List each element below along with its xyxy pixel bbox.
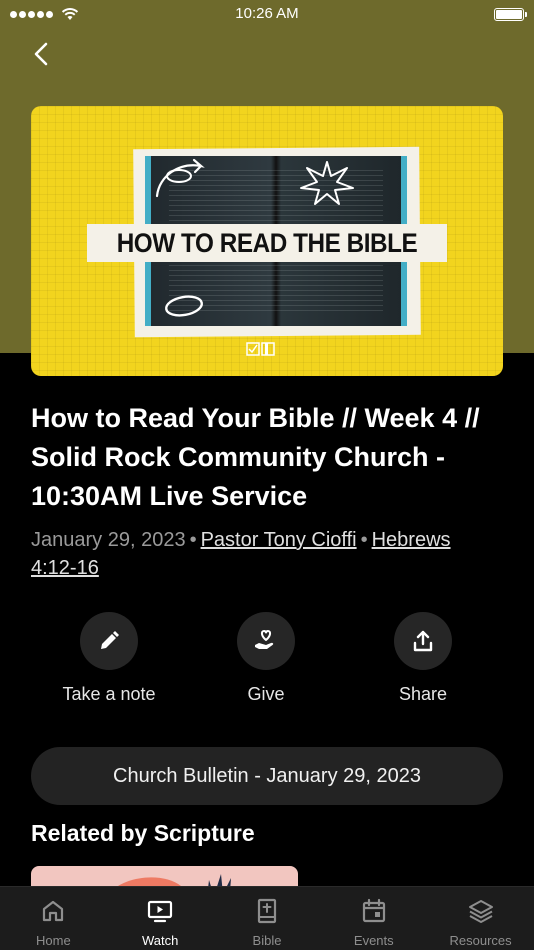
tab-home-label: Home — [36, 933, 71, 948]
take-note-button[interactable]: Take a note — [34, 612, 184, 705]
tab-events-label: Events — [353, 933, 394, 948]
tab-events[interactable]: Events — [320, 887, 427, 950]
sermon-hero-image: HOW TO READ THE BIBLE — [31, 106, 503, 376]
bottom-tab-bar: Home Watch Bible Events Resources — [0, 886, 534, 950]
sermon-meta: January 29, 2023 • Pastor Tony Cioffi • Hebr… — [31, 529, 451, 579]
back-button[interactable] — [28, 40, 58, 70]
speaker-link[interactable]: Pastor Tony Cioffi — [201, 529, 357, 551]
related-section-heading: Related by Scripture — [31, 820, 255, 846]
action-row: Take a note Give Share — [31, 612, 503, 712]
layers-icon — [468, 900, 493, 923]
calendar-icon — [362, 898, 385, 923]
sermon-date: January 29, 2023 — [31, 529, 186, 551]
circle-doodle-icon — [165, 295, 203, 317]
arrow-doodle-icon — [155, 158, 205, 198]
take-note-label: Take a note — [62, 684, 156, 704]
tab-bible[interactable]: Bible — [214, 887, 321, 950]
give-label: Give — [247, 684, 285, 704]
church-logo-icon — [246, 342, 275, 356]
starburst-doodle-icon — [300, 161, 354, 205]
share-upload-icon — [413, 630, 433, 652]
give-button[interactable]: Give — [191, 612, 341, 705]
tab-watch[interactable]: Watch — [107, 887, 214, 950]
tab-watch-label: Watch — [142, 933, 179, 948]
church-bulletin-label: Church Bulletin - January 29, 2023 — [113, 764, 421, 787]
tab-resources[interactable]: Resources — [427, 887, 534, 950]
share-button[interactable]: Share — [348, 612, 498, 705]
sermon-title: How to Read Your Bible // Week 4 // Soli… — [31, 403, 480, 511]
pencil-icon — [101, 631, 119, 649]
tv-icon — [148, 900, 173, 923]
tab-home[interactable]: Home — [0, 887, 107, 950]
hero-title-band: HOW TO READ THE BIBLE — [87, 224, 447, 262]
bible-icon — [257, 898, 277, 924]
hero-title-text: HOW TO READ THE BIBLE — [116, 227, 418, 258]
share-label: Share — [398, 684, 448, 704]
tab-resources-label: Resources — [449, 933, 512, 948]
church-bulletin-button[interactable]: Church Bulletin - January 29, 2023 — [31, 747, 503, 805]
status-bar: 10:26 AM — [0, 0, 534, 28]
battery-icon — [494, 7, 527, 21]
tab-bible-label: Bible — [252, 933, 282, 948]
home-icon — [43, 900, 64, 922]
giving-hand-heart-icon — [255, 630, 274, 649]
status-time: 10:26 AM — [235, 5, 299, 22]
